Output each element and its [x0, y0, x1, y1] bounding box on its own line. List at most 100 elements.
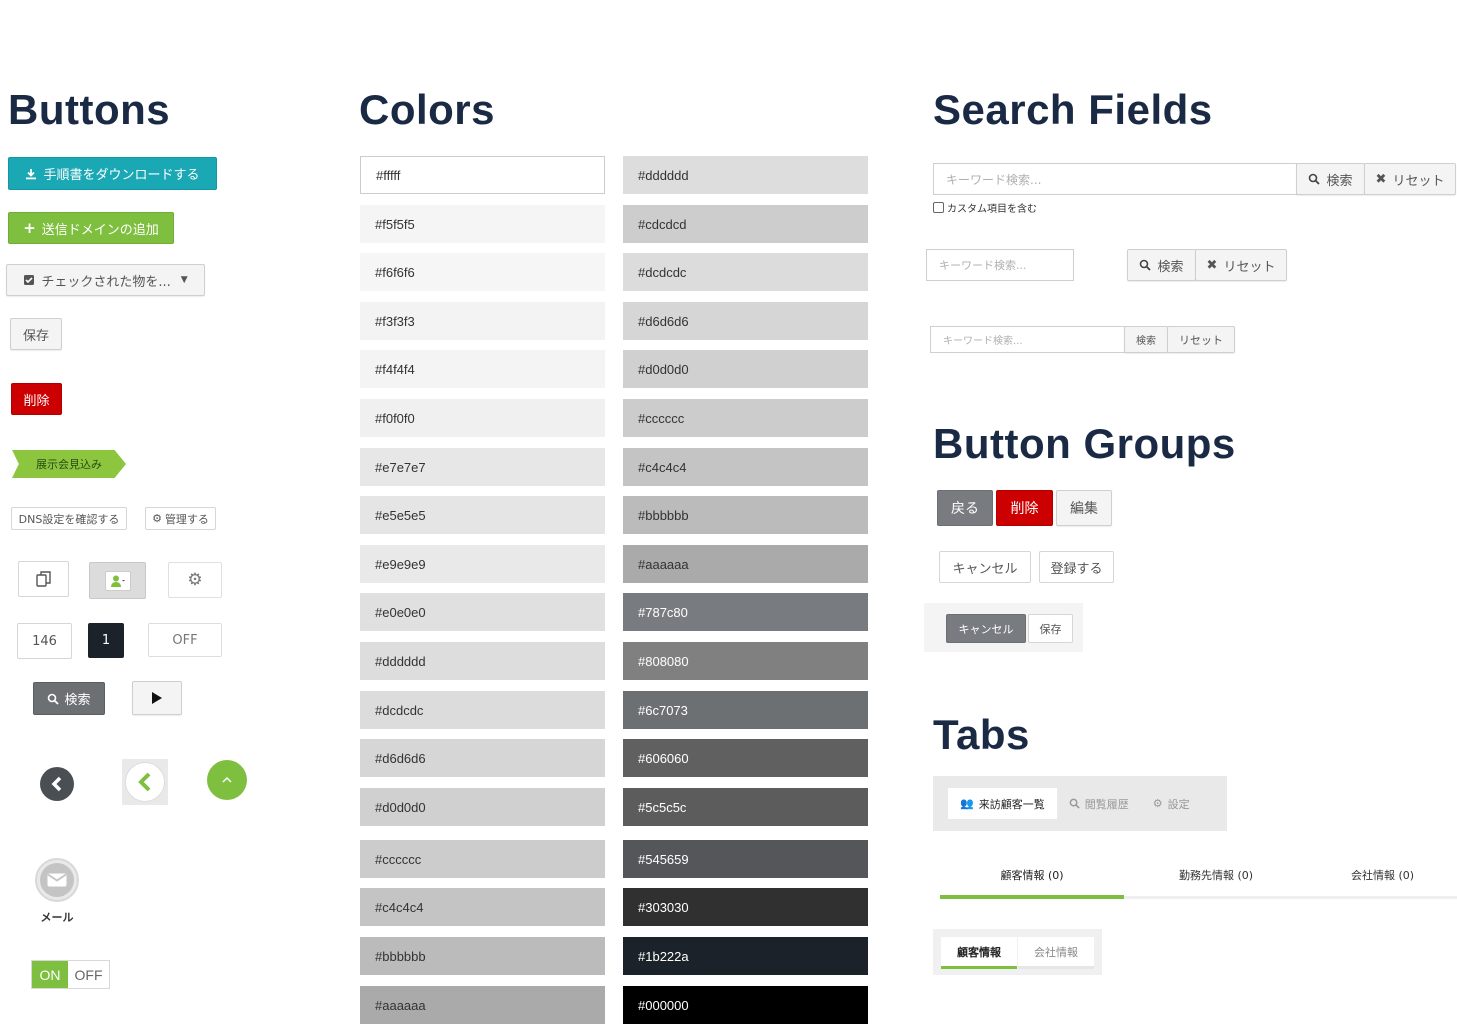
user-dropdown-button[interactable]: [89, 562, 146, 599]
save-button-small[interactable]: 保存: [1028, 614, 1073, 643]
color-swatch: #e5e5e5: [360, 496, 605, 534]
exhibition-prospect-tag[interactable]: 展示会見込み: [12, 450, 126, 478]
group-delete-label: 削除: [1010, 501, 1039, 517]
color-swatch: #d0d0d0: [360, 788, 605, 826]
color-swatch: #c4c4c4: [623, 448, 868, 486]
back-button[interactable]: 戻る: [937, 490, 993, 526]
off-toggle-button[interactable]: OFF: [148, 623, 222, 657]
color-swatch: #808080: [623, 642, 868, 680]
search-placeholder: キーワード検索...: [946, 172, 1042, 187]
search-button-small[interactable]: 検索: [1124, 326, 1168, 353]
download-manual-button[interactable]: 手順書をダウンロードする: [8, 157, 217, 190]
tab-settings[interactable]: ⚙ 設定: [1141, 796, 1202, 812]
caret-down-icon: ▼: [180, 275, 188, 285]
edit-button[interactable]: 編集: [1056, 490, 1112, 526]
close-icon: ✖: [1206, 257, 1218, 273]
tab-settings-label: 設定: [1167, 797, 1190, 811]
users-icon: 👥: [960, 797, 974, 810]
search-placeholder: キーワード検索...: [943, 336, 1023, 347]
switch-off[interactable]: OFF: [68, 961, 109, 988]
count-box[interactable]: 146: [17, 623, 72, 659]
checked-items-dropdown[interactable]: チェックされた物を... ▼: [6, 264, 205, 296]
tab-small-customer[interactable]: 顧客情報: [941, 937, 1017, 969]
color-swatch: #5c5c5c: [623, 788, 868, 826]
color-swatch: #cdcdcd: [623, 205, 868, 243]
search-button-dark[interactable]: 検索: [33, 682, 105, 715]
reset-button-medium[interactable]: ✖ リセット: [1195, 249, 1287, 281]
on-off-switch[interactable]: ON OFF: [31, 960, 110, 989]
tab-visitors[interactable]: 👥 来訪顧客一覧: [948, 788, 1057, 819]
search-input-medium[interactable]: キーワード検索...: [926, 249, 1074, 281]
play-button[interactable]: [132, 681, 182, 715]
register-label: 登録する: [1050, 561, 1103, 577]
reset-button-small[interactable]: リセット: [1167, 326, 1235, 353]
chevron-left-icon: [50, 776, 64, 792]
tab-visitors-label: 来訪顧客一覧: [978, 797, 1045, 811]
custom-fields-checkbox-row[interactable]: カスタム項目を含む: [933, 200, 1037, 215]
color-swatch: #d6d6d6: [623, 302, 868, 340]
register-button[interactable]: 登録する: [1039, 551, 1114, 583]
button-groups-heading: Button Groups: [933, 420, 1236, 467]
settings-button[interactable]: ⚙: [168, 562, 222, 598]
color-swatch: #d0d0d0: [623, 350, 868, 388]
tab-workplace-info[interactable]: 勤務先情報 (0): [1124, 867, 1308, 883]
checked-items-label: チェックされた物を...: [41, 274, 171, 290]
gear-icon: ⚙: [1152, 797, 1163, 810]
cancel-button[interactable]: キャンセル: [939, 551, 1031, 583]
back-circle-button[interactable]: [40, 767, 74, 801]
reset-button-large[interactable]: ✖ リセット: [1364, 163, 1456, 195]
group-delete-button[interactable]: 削除: [996, 490, 1053, 526]
play-icon: [151, 691, 163, 705]
tab-active-indicator: [940, 895, 1124, 899]
color-swatch: #e9e9e9: [360, 545, 605, 583]
tab-bar-2: 顧客情報 (0) 勤務先情報 (0) 会社情報 (0): [933, 853, 1457, 899]
download-manual-label: 手順書をダウンロードする: [43, 168, 200, 183]
color-swatch: #aaaaaa: [623, 545, 868, 583]
dark-number-button[interactable]: 1: [88, 623, 124, 658]
search-label: 検索: [1326, 173, 1353, 189]
mail-label: メール: [40, 911, 74, 924]
color-swatch: #dcdcdc: [360, 691, 605, 729]
gear-icon: ⚙: [187, 570, 203, 590]
color-swatch: #545659: [623, 840, 868, 878]
search-input-small[interactable]: キーワード検索...: [930, 326, 1125, 353]
tab-customer-info[interactable]: 顧客情報 (0): [940, 867, 1124, 883]
color-swatch: #f3f3f3: [360, 302, 605, 340]
edit-label: 編集: [1070, 501, 1098, 517]
cancel-small-label: キャンセル: [958, 622, 1014, 636]
search-button-medium[interactable]: 検索: [1127, 249, 1196, 281]
tab-company-info[interactable]: 会社情報 (0): [1308, 867, 1457, 883]
color-swatch: #cccccc: [623, 399, 868, 437]
custom-fields-checkbox[interactable]: [933, 202, 944, 213]
dns-check-button[interactable]: DNS設定を確認する: [11, 507, 127, 530]
mail-button[interactable]: [35, 858, 79, 902]
exhibition-prospect-label: 展示会見込み: [36, 458, 102, 471]
cancel-button-small[interactable]: キャンセル: [946, 614, 1026, 643]
search-input-large[interactable]: キーワード検索...: [933, 163, 1297, 195]
color-swatch: #303030: [623, 888, 868, 926]
save-button[interactable]: 保存: [10, 318, 62, 350]
search-icon: [1308, 173, 1321, 185]
search-placeholder: キーワード検索...: [939, 259, 1027, 272]
search-button-large[interactable]: 検索: [1296, 163, 1365, 195]
reset-label: リセット: [1392, 173, 1445, 189]
color-swatch: #dddddd: [623, 156, 868, 194]
search-fields-heading: Search Fields: [933, 86, 1213, 133]
gear-icon: ⚙: [152, 512, 162, 525]
color-swatch: #aaaaaa: [360, 986, 605, 1024]
tab-bar-1: 👥 来訪顧客一覧 閲覧履歴 ⚙ 設定: [948, 788, 1227, 819]
add-sender-domain-button[interactable]: + 送信ドメインの追加: [8, 212, 174, 244]
manage-button[interactable]: ⚙ 管理する: [145, 507, 216, 530]
color-swatch: #d6d6d6: [360, 739, 605, 777]
tab-history[interactable]: 閲覧履歴: [1057, 796, 1141, 812]
scroll-top-button[interactable]: [207, 760, 247, 800]
green-back-button[interactable]: [122, 759, 168, 805]
buttons-heading: Buttons: [8, 86, 171, 133]
dark-number-value: 1: [101, 633, 111, 648]
copy-button[interactable]: [18, 561, 69, 597]
delete-button[interactable]: 削除: [11, 383, 62, 415]
switch-on[interactable]: ON: [32, 961, 68, 988]
tab-small-company[interactable]: 会社情報: [1018, 937, 1094, 969]
colors-heading: Colors: [359, 86, 496, 133]
color-swatch: #f0f0f0: [360, 399, 605, 437]
